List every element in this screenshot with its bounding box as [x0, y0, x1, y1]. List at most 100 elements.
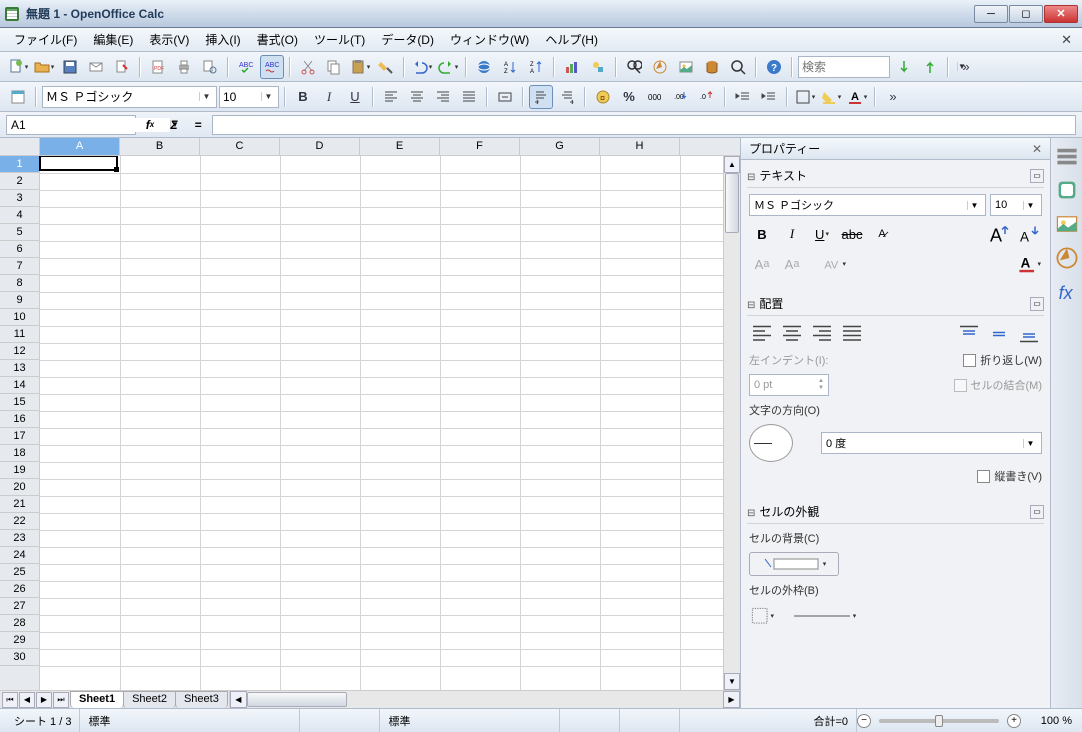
- formula-input[interactable]: [212, 115, 1076, 135]
- status-page-style[interactable]: 標準: [80, 709, 300, 732]
- section-toggle-text[interactable]: [747, 169, 755, 183]
- find-button[interactable]: [622, 55, 646, 79]
- increase-indent-button[interactable]: [757, 85, 781, 109]
- sheet-tab[interactable]: Sheet3: [175, 691, 228, 708]
- new-doc-button[interactable]: [6, 55, 30, 79]
- sidebar-shrink-font-button[interactable]: A: [1016, 222, 1042, 246]
- row-header[interactable]: 4: [0, 207, 39, 224]
- sidebar-strike-button[interactable]: abc: [839, 222, 865, 246]
- menu-edit[interactable]: 編集(E): [85, 28, 141, 51]
- close-button[interactable]: [1044, 5, 1078, 23]
- add-decimal-button[interactable]: .00: [669, 85, 693, 109]
- gallery-button[interactable]: [674, 55, 698, 79]
- email-button[interactable]: [84, 55, 108, 79]
- spellcheck-button[interactable]: ABC: [234, 55, 258, 79]
- sidebar-align-left-button[interactable]: [749, 322, 775, 346]
- align-justify-button[interactable]: [457, 85, 481, 109]
- sidebar-subscript-button[interactable]: Aa: [779, 252, 805, 276]
- edit-file-button[interactable]: [110, 55, 134, 79]
- sidebar-underline-button[interactable]: U: [809, 222, 835, 246]
- sidebar-grow-font-button[interactable]: A: [986, 222, 1012, 246]
- row-header[interactable]: 8: [0, 275, 39, 292]
- row-header[interactable]: 15: [0, 394, 39, 411]
- select-all-corner[interactable]: [0, 138, 40, 155]
- row-header[interactable]: 28: [0, 615, 39, 632]
- underline-button[interactable]: U: [343, 85, 367, 109]
- cell-bg-button[interactable]: [749, 552, 839, 576]
- sidebar-align-center-button[interactable]: [779, 322, 805, 346]
- status-signature[interactable]: [620, 709, 680, 732]
- column-header[interactable]: D: [280, 138, 360, 155]
- active-cell[interactable]: [39, 156, 118, 171]
- search-next-button[interactable]: [892, 55, 916, 79]
- left-indent-input[interactable]: 0 pt ▲▼: [749, 374, 829, 396]
- cell-border-button[interactable]: [749, 604, 775, 628]
- row-header[interactable]: 3: [0, 190, 39, 207]
- section-more-appearance[interactable]: ▭: [1030, 505, 1044, 519]
- row-header[interactable]: 9: [0, 292, 39, 309]
- row-header[interactable]: 6: [0, 241, 39, 258]
- section-more-text[interactable]: ▭: [1030, 169, 1044, 183]
- sheet-tab[interactable]: Sheet2: [123, 691, 176, 708]
- fontcolor-button[interactable]: A: [845, 85, 869, 109]
- status-sum[interactable]: 合計=0: [680, 709, 857, 732]
- align-center-button[interactable]: [405, 85, 429, 109]
- cut-button[interactable]: [296, 55, 320, 79]
- sidebar-tab-navigator[interactable]: [1055, 246, 1079, 270]
- sidebar-shadow-button[interactable]: A̷: [869, 222, 895, 246]
- menu-format[interactable]: 書式(O): [249, 28, 306, 51]
- column-header[interactable]: C: [200, 138, 280, 155]
- row-header[interactable]: 26: [0, 581, 39, 598]
- remove-decimal-button[interactable]: .0: [695, 85, 719, 109]
- percent-button[interactable]: %: [617, 85, 641, 109]
- align-right-button[interactable]: [431, 85, 455, 109]
- row-header[interactable]: 27: [0, 598, 39, 615]
- font-size-combo[interactable]: 10 ▼: [219, 86, 279, 108]
- tab-prev-button[interactable]: ◀: [19, 692, 35, 708]
- row-header[interactable]: 21: [0, 496, 39, 513]
- zoom-button[interactable]: [726, 55, 750, 79]
- help-button[interactable]: ?: [762, 55, 786, 79]
- styles-button[interactable]: [6, 85, 30, 109]
- sheet-tab[interactable]: Sheet1: [70, 691, 124, 708]
- sidebar-tab-functions[interactable]: fx: [1055, 280, 1079, 304]
- sidebar-align-right-button[interactable]: [809, 322, 835, 346]
- row-header[interactable]: 5: [0, 224, 39, 241]
- section-toggle-appearance[interactable]: [747, 505, 755, 519]
- column-header[interactable]: E: [360, 138, 440, 155]
- wrap-checkbox[interactable]: [963, 354, 976, 367]
- sidebar-font-combo[interactable]: ＭＳ Ｐゴシック▼: [749, 194, 986, 216]
- merge-checkbox[interactable]: [954, 379, 967, 392]
- menu-tools[interactable]: ツール(T): [306, 28, 373, 51]
- equals-button[interactable]: =: [188, 115, 208, 135]
- row-header[interactable]: 7: [0, 258, 39, 275]
- print-preview-button[interactable]: [198, 55, 222, 79]
- row-header[interactable]: 25: [0, 564, 39, 581]
- sidebar-fontsize-combo[interactable]: 10▼: [990, 194, 1042, 216]
- orientation-combo[interactable]: 0 度▼: [821, 432, 1042, 454]
- align-left-button[interactable]: [379, 85, 403, 109]
- section-more-align[interactable]: ▭: [1030, 297, 1044, 311]
- fmtbar-overflow-button[interactable]: »: [881, 85, 905, 109]
- row-header[interactable]: 2: [0, 173, 39, 190]
- column-header[interactable]: F: [440, 138, 520, 155]
- vscroll-thumb[interactable]: [725, 173, 739, 233]
- open-button[interactable]: [32, 55, 56, 79]
- paste-button[interactable]: [348, 55, 372, 79]
- sidebar-tab-gallery[interactable]: [1055, 212, 1079, 236]
- column-header[interactable]: H: [600, 138, 680, 155]
- sidebar-spacing-button[interactable]: AV: [821, 252, 847, 276]
- row-header[interactable]: 19: [0, 462, 39, 479]
- insert-chart-button[interactable]: [560, 55, 584, 79]
- menu-data[interactable]: データ(D): [373, 28, 442, 51]
- row-header[interactable]: 1: [0, 156, 39, 173]
- sidebar-align-justify-button[interactable]: [839, 322, 865, 346]
- name-box[interactable]: ▼: [6, 115, 136, 135]
- row-header[interactable]: 10: [0, 309, 39, 326]
- tab-last-button[interactable]: ⏭: [53, 692, 69, 708]
- menu-help[interactable]: ヘルプ(H): [537, 28, 606, 51]
- show-draw-button[interactable]: [586, 55, 610, 79]
- autospellcheck-button[interactable]: ABC: [260, 55, 284, 79]
- row-header[interactable]: 17: [0, 428, 39, 445]
- section-toggle-align[interactable]: [747, 297, 755, 311]
